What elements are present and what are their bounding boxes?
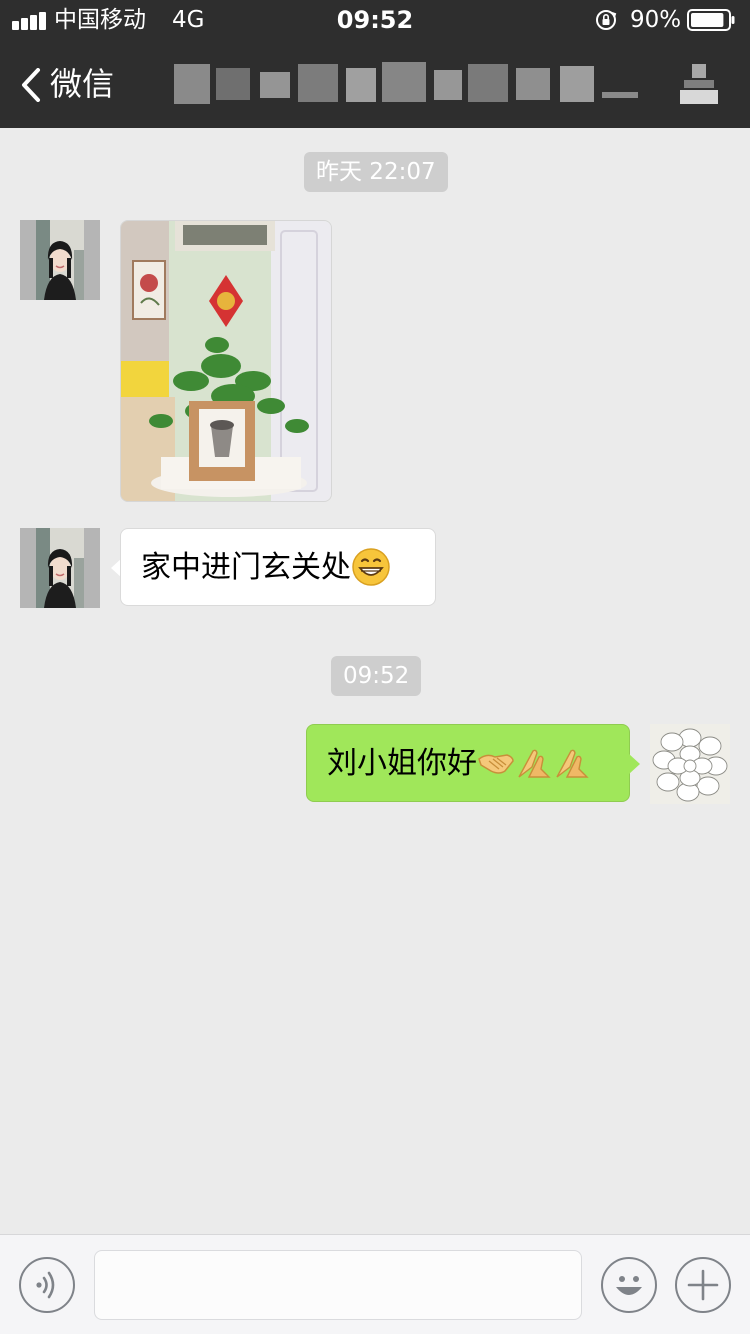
chevron-left-icon [22, 68, 40, 102]
outgoing-text-message[interactable]: 刘小姐你好 [306, 724, 630, 802]
plus-icon[interactable] [675, 1257, 731, 1313]
back-button[interactable]: 微信 [18, 60, 128, 108]
emoji-face-icon[interactable] [601, 1257, 657, 1313]
timestamp-today: 09:52 [331, 656, 422, 696]
message-text: 刘小姐你好 [327, 746, 477, 781]
avatar[interactable] [20, 220, 100, 300]
orientation-lock-icon [596, 10, 617, 30]
back-label: 微信 [50, 65, 115, 103]
avatar[interactable] [20, 528, 100, 608]
status-bar: 中国移动 4G 09:52 90% [0, 0, 750, 40]
folded-hands-icon [556, 749, 589, 778]
image-message[interactable] [120, 220, 332, 502]
battery-percent: 90% [630, 7, 682, 33]
avatar[interactable] [650, 724, 730, 804]
grinning-face-icon [352, 547, 390, 586]
folded-hands-icon [518, 749, 551, 778]
nav-bar: 微信 [0, 40, 750, 128]
message-input[interactable] [94, 1250, 582, 1320]
message-text: 家中进门玄关处 [141, 550, 351, 585]
contact-info-icon[interactable] [676, 58, 722, 110]
timestamp-yesterday: 昨天 22:07 [304, 152, 448, 192]
handshake-icon [478, 753, 514, 774]
voice-icon[interactable] [19, 1257, 75, 1313]
chat-title-redacted [170, 58, 640, 110]
incoming-text-message[interactable]: 家中进门玄关处 [120, 528, 436, 606]
input-bar [0, 1234, 750, 1334]
battery-icon [687, 9, 735, 31]
bubble-tail [629, 754, 640, 774]
